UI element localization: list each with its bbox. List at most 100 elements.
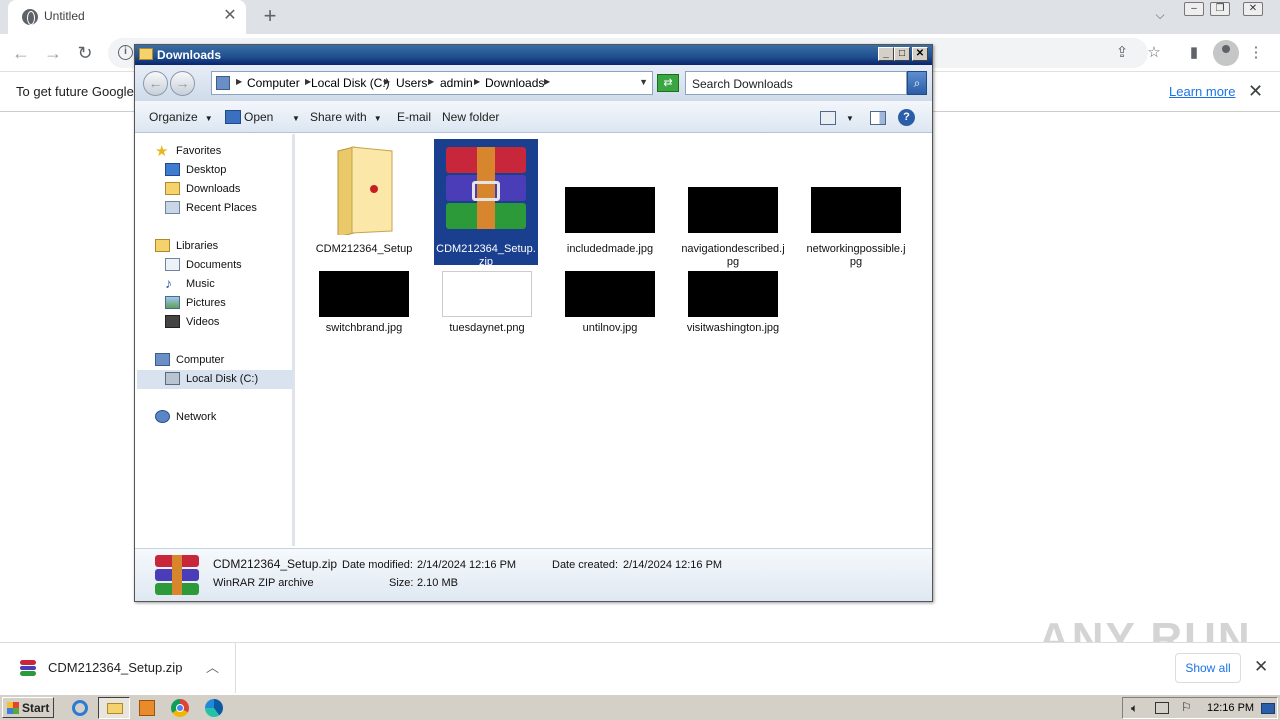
forward-icon[interactable]: →: [40, 40, 66, 66]
nav-network[interactable]: Network: [137, 408, 293, 427]
back-icon[interactable]: ←: [8, 40, 34, 66]
explorer-taskbar-button[interactable]: [98, 697, 130, 719]
file-name: networkingpossible.jpg: [806, 243, 906, 268]
file-tile[interactable]: switchbrand.jpg: [312, 271, 416, 337]
bookmark-star-icon[interactable]: ☆: [1143, 42, 1165, 64]
share-icon[interactable]: ⇪: [1111, 42, 1133, 64]
show-desktop-icon[interactable]: [1261, 703, 1275, 714]
minimize-button[interactable]: –: [1184, 2, 1204, 16]
close-window-button[interactable]: ✕: [1243, 2, 1263, 16]
file-tile[interactable]: navigationdescribed.jpg: [681, 139, 785, 268]
info-icon[interactable]: i: [118, 45, 133, 60]
taskbar: Start 🔈︎ ⚐ 12:16 PM: [0, 694, 1280, 720]
explorer-title-bar[interactable]: Downloads _ □ ✕: [135, 45, 932, 65]
breadcrumb-arrow-icon[interactable]: ▶: [236, 77, 242, 86]
file-name: navigationdescribed.jpg: [681, 243, 785, 268]
nav-documents[interactable]: Documents: [137, 256, 293, 275]
share-with-label: Share with: [310, 110, 367, 124]
nav-desktop[interactable]: Desktop: [137, 161, 293, 180]
breadcrumb-users[interactable]: Users: [396, 76, 427, 90]
file-tile[interactable]: tuesdaynet.png: [435, 271, 539, 337]
close-infobar-icon[interactable]: ✕: [1248, 81, 1263, 102]
close-tab-icon[interactable]: ✕: [220, 6, 240, 26]
nav-pictures[interactable]: Pictures: [137, 294, 293, 313]
network-tray-icon[interactable]: [1155, 702, 1169, 714]
nav-computer[interactable]: Computer: [137, 351, 293, 370]
close-shelf-icon[interactable]: ✕: [1254, 657, 1268, 677]
restore-button[interactable]: ❐: [1210, 2, 1230, 16]
breadcrumb-computer[interactable]: Computer: [247, 76, 300, 90]
nav-computer-label: Computer: [176, 354, 225, 366]
breadcrumb-admin[interactable]: admin: [440, 76, 473, 90]
show-all-button[interactable]: Show all: [1175, 653, 1241, 683]
nav-libraries[interactable]: Libraries: [137, 237, 293, 256]
breadcrumb-arrow-icon[interactable]: ▶: [474, 77, 480, 86]
new-folder-button[interactable]: New folder: [442, 110, 499, 124]
breadcrumb-arrow-icon[interactable]: ▶: [544, 77, 550, 86]
open-dropdown-icon[interactable]: ▼: [285, 110, 300, 124]
image-thumbnail: [442, 271, 532, 317]
file-tile[interactable]: includedmade.jpg: [558, 139, 662, 265]
side-panel-icon[interactable]: ▮: [1183, 42, 1205, 64]
search-icon[interactable]: ⌕: [907, 71, 927, 95]
explorer-back-button[interactable]: ←: [143, 71, 168, 96]
file-tile[interactable]: visitwashington.jpg: [681, 271, 785, 337]
nav-music[interactable]: ♪ Music: [137, 275, 293, 294]
chevron-up-icon[interactable]: ︿: [206, 657, 219, 676]
preview-pane-icon[interactable]: [870, 111, 886, 125]
view-dropdown-icon[interactable]: ▼: [842, 110, 854, 124]
help-icon[interactable]: ?: [898, 109, 915, 126]
browser-tab[interactable]: Untitled ✕: [8, 0, 246, 34]
file-tile-selected[interactable]: CDM212364_Setup.zip: [434, 139, 538, 268]
flag-icon[interactable]: ⚐: [1181, 700, 1192, 714]
media-player-icon[interactable]: [136, 698, 160, 718]
edge-icon[interactable]: [202, 698, 226, 718]
explorer-address-bar[interactable]: ▶ Computer ▶ Local Disk (C:) ▶ Users ▶ a…: [211, 71, 653, 95]
details-modified-value: 2/14/2024 12:16 PM: [417, 559, 517, 571]
explorer-title: Downloads: [157, 48, 222, 62]
nav-downloads[interactable]: Downloads: [137, 180, 293, 199]
pictures-icon: [165, 296, 180, 309]
reload-icon[interactable]: ↻: [72, 40, 98, 66]
profile-avatar[interactable]: [1213, 40, 1239, 66]
tab-strip: Untitled ✕ + ⌵ – ❐ ✕: [0, 0, 1280, 34]
breadcrumb-arrow-icon[interactable]: ▶: [428, 77, 434, 86]
menu-icon[interactable]: ⋮: [1245, 42, 1267, 64]
file-tile[interactable]: CDM212364_Setup: [312, 139, 416, 265]
refresh-icon[interactable]: ⇄: [657, 74, 679, 92]
start-button[interactable]: Start: [2, 697, 54, 718]
explorer-maximize-button[interactable]: □: [894, 47, 910, 61]
open-button[interactable]: Open: [244, 110, 273, 124]
nav-recent-places[interactable]: Recent Places: [137, 199, 293, 218]
share-with-button[interactable]: Share with ▼: [310, 110, 382, 124]
explorer-minimize-button[interactable]: _: [878, 47, 894, 61]
view-icon[interactable]: [820, 111, 836, 125]
address-dropdown-icon[interactable]: ▼: [639, 77, 648, 87]
image-thumbnail: [565, 187, 655, 233]
desktop-icon: [165, 163, 180, 176]
nav-videos[interactable]: Videos: [137, 313, 293, 332]
file-tile[interactable]: networkingpossible.jpg: [804, 139, 908, 268]
learn-more-link[interactable]: Learn more: [1169, 84, 1235, 99]
chrome-icon[interactable]: [168, 698, 192, 718]
folder-icon: [139, 48, 153, 60]
explorer-forward-button[interactable]: →: [170, 71, 195, 96]
chevron-down-icon[interactable]: ⌵: [1150, 8, 1170, 26]
breadcrumb-arrow-icon[interactable]: ▶: [384, 77, 390, 86]
download-item[interactable]: CDM212364_Setup.zip ︿: [0, 643, 236, 693]
email-button[interactable]: E-mail: [397, 110, 431, 124]
breadcrumb-local-disk[interactable]: Local Disk (C:): [311, 76, 390, 90]
nav-local-disk[interactable]: Local Disk (C:): [137, 370, 293, 389]
explorer-close-button[interactable]: ✕: [912, 47, 928, 61]
new-tab-button[interactable]: +: [258, 4, 282, 28]
breadcrumb-downloads[interactable]: Downloads: [485, 76, 544, 90]
file-tile[interactable]: untilnov.jpg: [558, 271, 662, 337]
internet-explorer-icon[interactable]: [68, 698, 92, 718]
volume-icon[interactable]: 🔈︎: [1131, 701, 1138, 716]
nav-favorites[interactable]: ★ Favorites: [137, 142, 293, 161]
details-created-value: 2/14/2024 12:16 PM: [623, 559, 723, 571]
details-modified-label: Date modified:: [342, 559, 413, 571]
explorer-search-input[interactable]: Search Downloads: [685, 71, 907, 95]
organize-button[interactable]: Organize ▼: [149, 110, 213, 124]
globe-icon: [22, 9, 38, 25]
